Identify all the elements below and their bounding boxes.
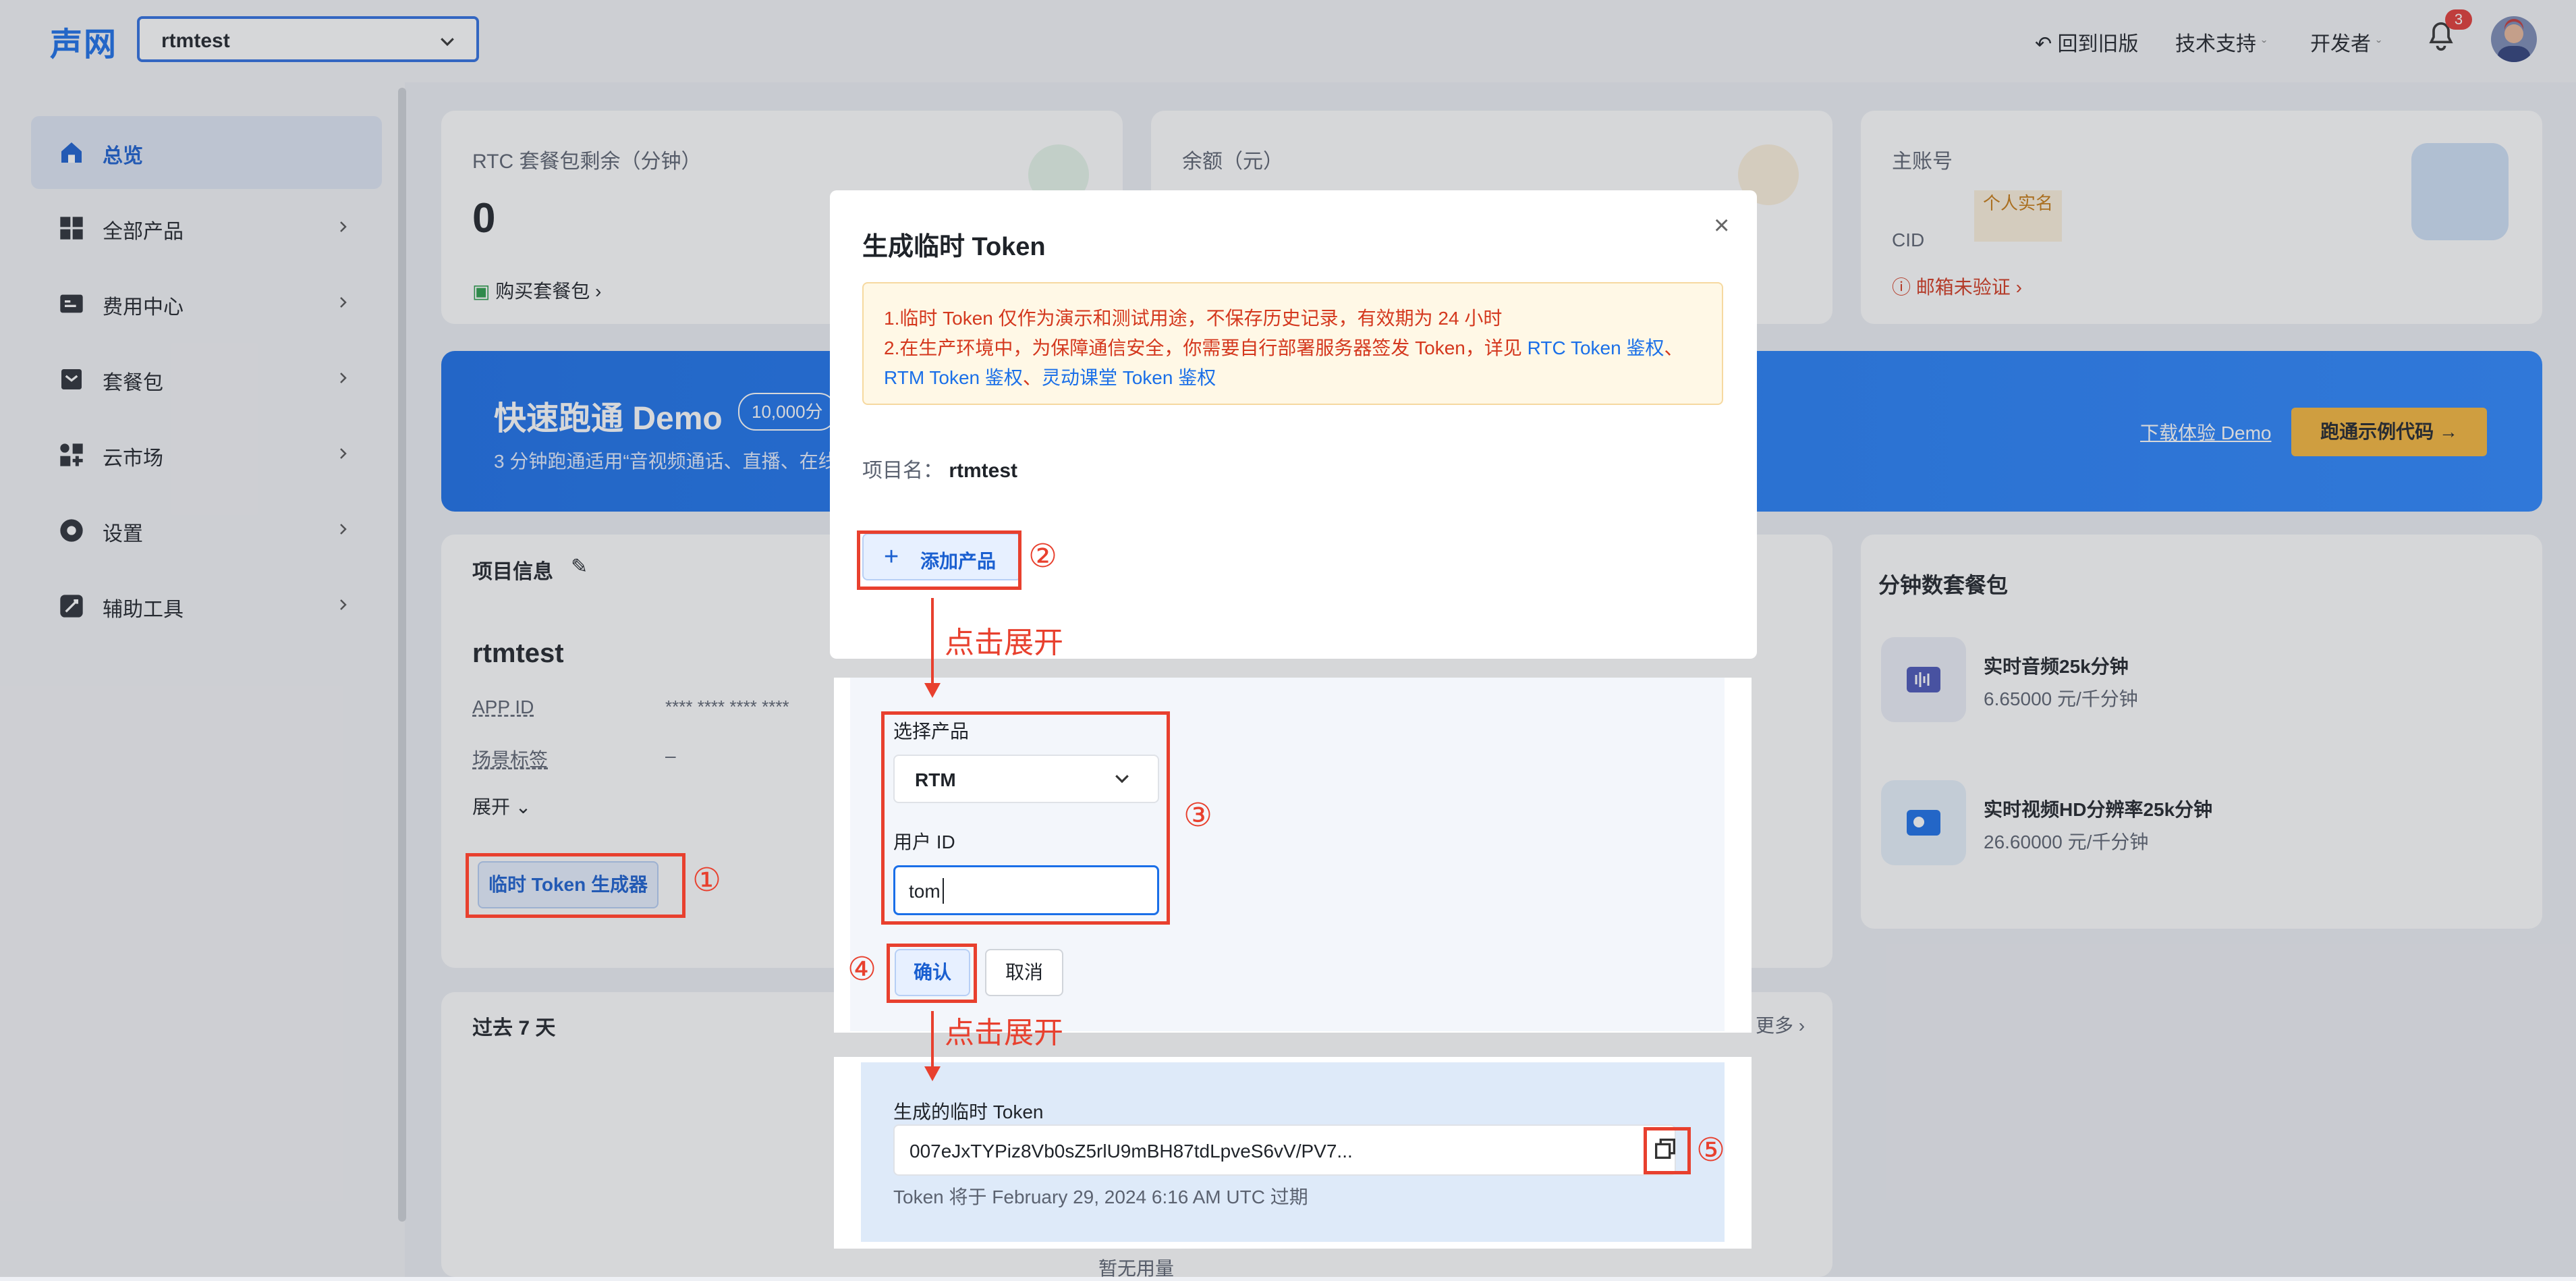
generated-token-field[interactable]: 007eJxTYPiz8Vb0sZ5rlU9mBH87tdLpveS6vV/PV… — [893, 1124, 1676, 1176]
annotation-arrowhead — [924, 683, 941, 698]
annotation-expand-text: 点击展开 — [945, 626, 1063, 659]
annotation-box-3 — [881, 711, 1170, 925]
project-name-label: 项目名： — [862, 460, 943, 482]
annotation-number-5: ⑤ — [1696, 1133, 1726, 1168]
project-name-value: rtmtest — [949, 460, 1018, 482]
notice-box: 1.临时 Token 仅作为演示和测试用途，不保存历史记录，有效期为 24 小时… — [862, 282, 1723, 405]
annotation-box-5 — [1644, 1127, 1691, 1174]
notice-line-2-text: 2.在生产环境中，为保障通信安全，你需要自行部署服务器签发 Token，详见 — [884, 337, 1528, 358]
annotation-number-3: ③ — [1183, 798, 1213, 834]
notice-line-3: RTM Token 鉴权、灵动课堂 Token 鉴权 — [884, 363, 1216, 390]
annotation-box-2 — [857, 530, 1021, 590]
modal-title: 生成临时 Token — [862, 233, 1046, 261]
rtm-token-auth-link[interactable]: RTM Token 鉴权 — [884, 367, 1023, 388]
annotation-box-4 — [887, 944, 977, 1003]
token-expire-text: Token 将于 February 29, 2024 6:16 AM UTC 过… — [893, 1187, 1308, 1207]
notice-separator: 、 — [1664, 337, 1683, 358]
notice-line-1: 1.临时 Token 仅作为演示和测试用途，不保存历史记录，有效期为 24 小时 — [884, 308, 1503, 329]
project-name-row: 项目名： rtmtest — [862, 454, 1017, 483]
cancel-button[interactable]: 取消 — [985, 949, 1063, 996]
close-icon[interactable]: × — [1714, 211, 1729, 241]
annotation-number-2: ② — [1028, 539, 1058, 574]
annotation-number-4: ④ — [847, 952, 877, 987]
annotation-arrow-line — [931, 598, 934, 683]
notice-separator: 、 — [1022, 367, 1042, 388]
notice-line-2: 2.在生产环境中，为保障通信安全，你需要自行部署服务器签发 Token，详见 R… — [884, 333, 1683, 360]
generated-token-value: 007eJxTYPiz8Vb0sZ5rlU9mBH87tdLpveS6vV/PV… — [909, 1141, 1353, 1162]
cancel-label: 取消 — [1005, 962, 1043, 983]
classroom-token-auth-link[interactable]: 灵动课堂 Token 鉴权 — [1042, 367, 1216, 388]
annotation-arrowhead — [924, 1066, 941, 1081]
annotation-arrow-line — [931, 1011, 934, 1072]
annotation-box-1 — [466, 853, 685, 918]
rtc-token-auth-link[interactable]: RTC Token 鉴权 — [1528, 337, 1664, 358]
annotation-expand-text: 点击展开 — [945, 1016, 1063, 1050]
generated-token-label: 生成的临时 Token — [893, 1101, 1044, 1122]
annotation-number-1: ① — [692, 863, 722, 898]
